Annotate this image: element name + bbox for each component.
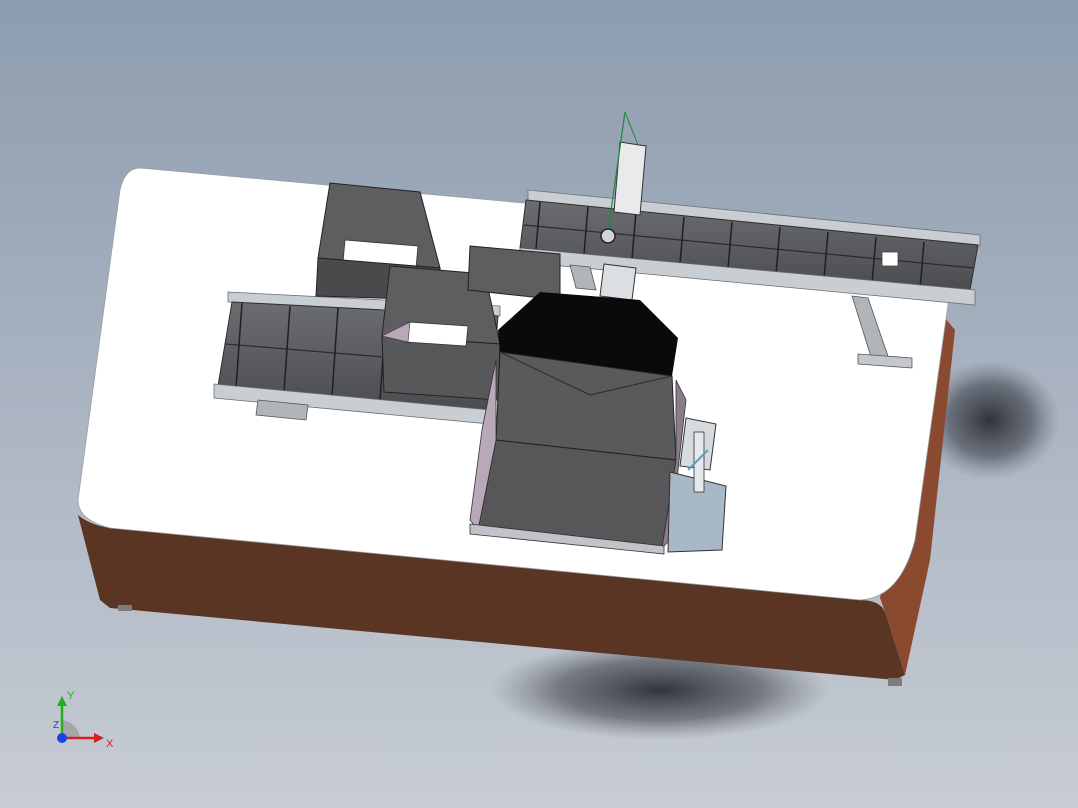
product-item: [881, 251, 899, 267]
table-foot: [118, 605, 132, 611]
y-axis-head: [57, 696, 67, 706]
x-axis-head: [94, 733, 104, 743]
table-foot: [888, 678, 902, 686]
z-axis-label: Z: [53, 720, 59, 731]
suction-cup: [600, 228, 616, 244]
hopper-bin[interactable]: [469, 292, 687, 555]
graphics-viewport[interactable]: Y X Z: [0, 0, 1078, 808]
coordinate-triad: Y X Z: [53, 690, 114, 750]
3d-model-scene[interactable]: [0, 0, 1078, 808]
y-axis-label: Y: [67, 690, 75, 702]
x-axis-label: X: [106, 738, 114, 750]
z-axis-dot: [57, 733, 67, 743]
box-right[interactable]: [467, 245, 561, 301]
